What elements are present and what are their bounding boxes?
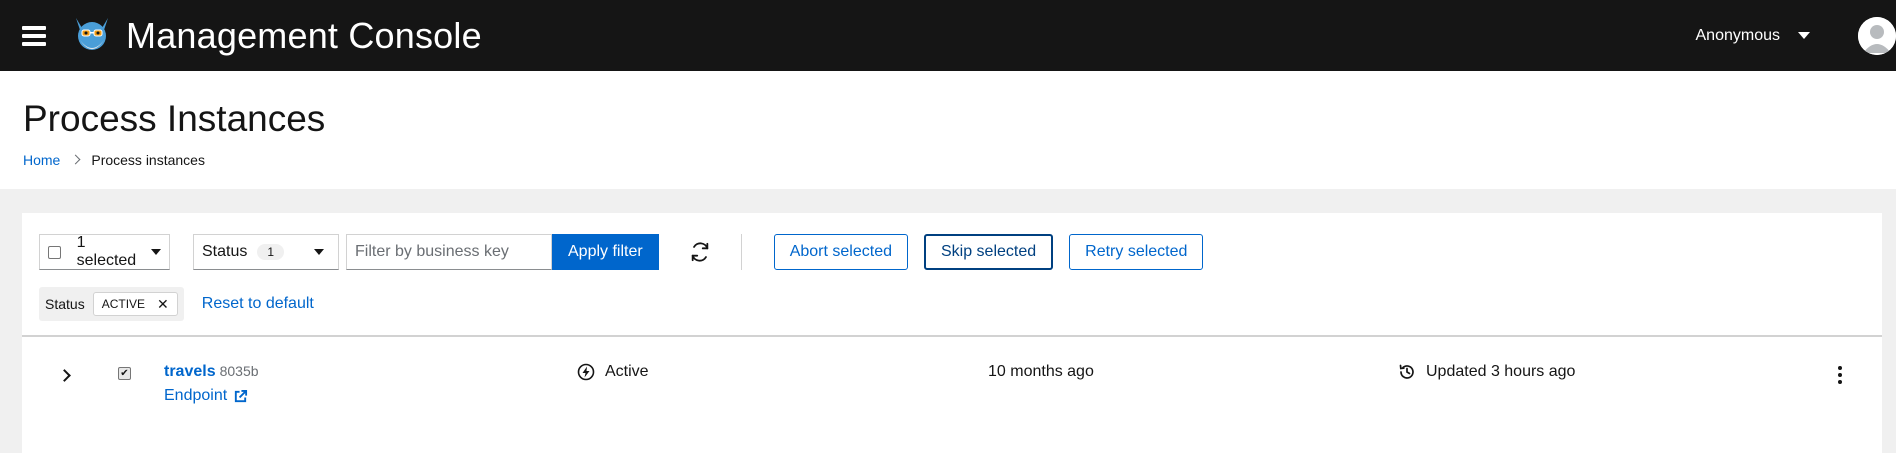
app-title: Management Console — [126, 14, 482, 56]
close-icon[interactable]: ✕ — [157, 296, 169, 313]
refresh-icon[interactable] — [689, 241, 711, 263]
external-link-icon — [235, 389, 248, 402]
abort-selected-button[interactable]: Abort selected — [773, 234, 908, 270]
apply-filter-button[interactable]: Apply filter — [552, 234, 659, 270]
bulk-select-checkbox[interactable] — [48, 245, 61, 259]
chevron-right-icon — [70, 154, 81, 165]
active-bolt-icon — [577, 363, 595, 381]
page-title: Process Instances — [23, 98, 326, 139]
status-filter-label: Status — [202, 243, 248, 260]
kebab-menu-icon[interactable] — [1830, 363, 1850, 387]
process-id: 8035b — [219, 363, 259, 379]
process-state-cell: Active — [577, 363, 649, 381]
breadcrumb: Home Process instances — [23, 152, 1873, 168]
process-created-cell: 10 months ago — [988, 363, 1094, 380]
chip-group-category: Status — [45, 296, 85, 312]
process-list-card: 1 selected Status 1 Apply filter Abort s… — [22, 213, 1882, 453]
endpoint-label: Endpoint — [164, 387, 228, 404]
caret-down-icon — [314, 249, 324, 255]
process-updated-cell: Updated 3 hours ago — [1398, 363, 1575, 381]
breadcrumb-current: Process instances — [91, 151, 205, 168]
kogito-logo-icon — [76, 17, 108, 50]
bulk-select-dropdown[interactable]: 1 selected — [39, 234, 170, 270]
skip-selected-button[interactable]: Skip selected — [923, 234, 1054, 270]
toolbar-divider — [740, 234, 742, 270]
hamburger-menu-icon[interactable] — [22, 25, 46, 46]
status-filter-dropdown[interactable]: Status 1 — [193, 234, 339, 270]
user-avatar-icon — [1858, 16, 1896, 55]
bulk-select-label: 1 selected — [76, 234, 137, 269]
status-chip-group: Status ACTIVE ✕ — [39, 287, 184, 321]
process-name-link[interactable]: travels — [164, 363, 216, 380]
user-dropdown[interactable]: Anonymous — [1695, 26, 1810, 45]
process-state-label: Active — [605, 363, 649, 380]
masthead: Management Console Anonymous — [0, 0, 1896, 71]
toolbar: 1 selected Status 1 Apply filter Abort s… — [22, 213, 1882, 275]
table-row: ✔ travels 8035b Endpoint Active 10 months… — [22, 337, 1882, 427]
page-header: Process Instances Home Process instances — [0, 71, 1896, 189]
business-key-filter-input[interactable] — [346, 234, 552, 270]
history-icon — [1399, 364, 1414, 379]
caret-down-icon — [151, 249, 161, 255]
user-name: Anonymous — [1695, 26, 1781, 44]
status-filter-count-badge: 1 — [257, 244, 285, 260]
avatar[interactable] — [1858, 16, 1896, 55]
caret-down-icon — [1798, 32, 1810, 39]
status-chip: ACTIVE ✕ — [92, 292, 178, 316]
process-name-cell: travels 8035b — [164, 363, 259, 381]
retry-selected-button[interactable]: Retry selected — [1069, 234, 1204, 270]
process-updated-label: Updated 3 hours ago — [1426, 363, 1576, 380]
reset-to-default-link[interactable]: Reset to default — [202, 295, 314, 313]
chip-value: ACTIVE — [101, 297, 146, 311]
breadcrumb-home-link[interactable]: Home — [23, 152, 60, 168]
endpoint-link[interactable]: Endpoint — [164, 387, 248, 405]
row-checkbox[interactable]: ✔ — [118, 367, 131, 380]
chevron-right-icon[interactable] — [58, 369, 71, 382]
filter-chips-row: Status ACTIVE ✕ Reset to default — [22, 275, 1882, 333]
